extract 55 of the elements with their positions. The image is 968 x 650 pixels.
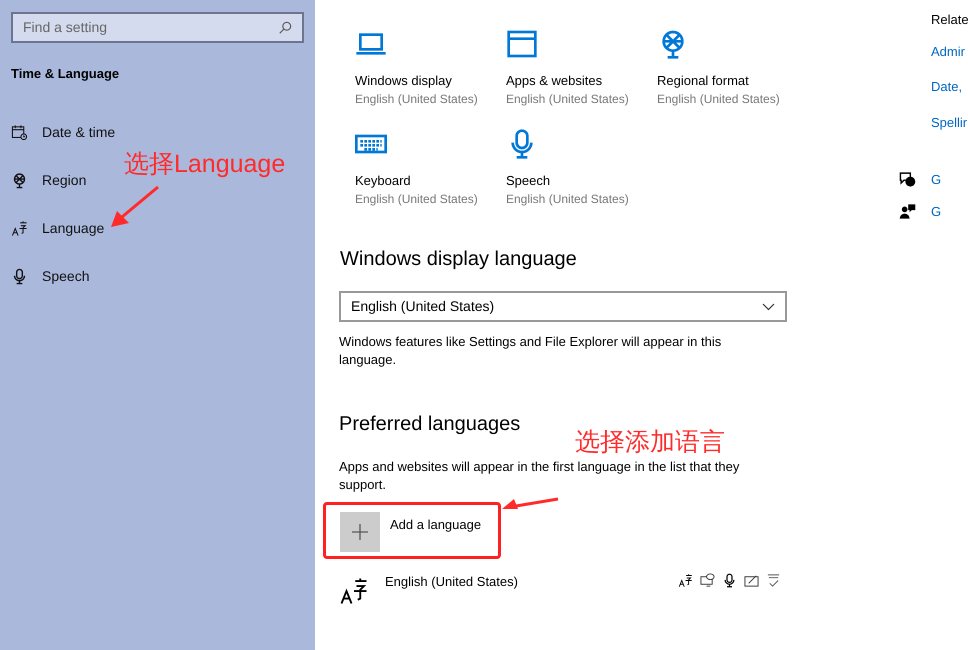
person-feedback-icon (899, 202, 916, 220)
tile-subtitle: English (United States) (355, 191, 479, 208)
related-link[interactable]: Spellir (931, 112, 968, 132)
search-icon (278, 20, 292, 34)
tile-subtitle: English (United States) (355, 91, 479, 108)
description-text: Windows features like Settings and File Explorer will appear in this language. (339, 333, 722, 369)
tile-title: Apps & websites (506, 72, 604, 90)
tile-title: Keyboard (355, 172, 412, 190)
tile-subtitle: English (United States) (506, 91, 630, 108)
tile-subtitle: English (United States) (657, 91, 781, 108)
language-tile[interactable]: Windows display English (United States) (339, 28, 490, 108)
help-link[interactable]: G (931, 202, 942, 221)
plus-icon (351, 523, 369, 541)
help-link[interactable]: G (931, 170, 942, 190)
language-tile[interactable]: Regional format English (United States) (641, 28, 792, 108)
calendar-clock-icon (11, 124, 28, 141)
description-text: Apps and websites will appear in the first language in the list that they support. (339, 458, 740, 494)
nav-item[interactable]: Language (11, 204, 104, 252)
tile-title: Speech (506, 172, 552, 190)
language-tile[interactable]: Keyboard English (United States) (339, 128, 490, 208)
nav-item[interactable]: Region (11, 156, 86, 204)
tile-title: Regional format (657, 72, 750, 90)
tile-subtitle: English (United States) (506, 191, 630, 208)
language-icon (678, 573, 693, 588)
language-icon (11, 220, 28, 237)
microphone-icon (722, 573, 737, 588)
language-tile[interactable]: Speech English (United States) (490, 128, 641, 208)
language-tile[interactable]: Apps & websites English (United States) (490, 28, 641, 108)
section-heading: Preferred languages (339, 412, 520, 437)
annotation-text: 选择Language (124, 149, 286, 180)
window-icon (506, 28, 538, 60)
section-title: Time & Language (11, 65, 120, 83)
language-dropdown[interactable]: English (United States) (339, 291, 787, 322)
language-row[interactable]: English (United States) (339, 572, 785, 606)
chat-help-icon (899, 171, 916, 188)
add-language-button[interactable]: Add a language (340, 512, 785, 552)
globe-icon (11, 172, 28, 189)
language-icon (339, 576, 369, 606)
related-heading: Relate (931, 11, 968, 29)
annotation-arrow (500, 497, 560, 511)
pen-icon (744, 573, 759, 588)
tile-title: Windows display (355, 72, 453, 90)
related-link[interactable]: Date, (931, 77, 968, 96)
microphone-icon (11, 268, 28, 285)
nav-item[interactable]: Speech (11, 252, 90, 300)
monitor-chat-icon (700, 573, 715, 588)
spell-check-icon (766, 573, 781, 588)
search-input[interactable]: Find a setting (23, 17, 278, 38)
search-field[interactable]: Find a setting (11, 12, 304, 43)
chevron-down-icon (762, 302, 775, 310)
annotation-arrow (108, 184, 162, 230)
section-heading: Windows display language (339, 247, 578, 272)
related-link[interactable]: Admir (931, 42, 968, 61)
nav-item[interactable]: Date & time (11, 108, 116, 156)
annotation-text: 选择添加语言 (575, 427, 725, 458)
